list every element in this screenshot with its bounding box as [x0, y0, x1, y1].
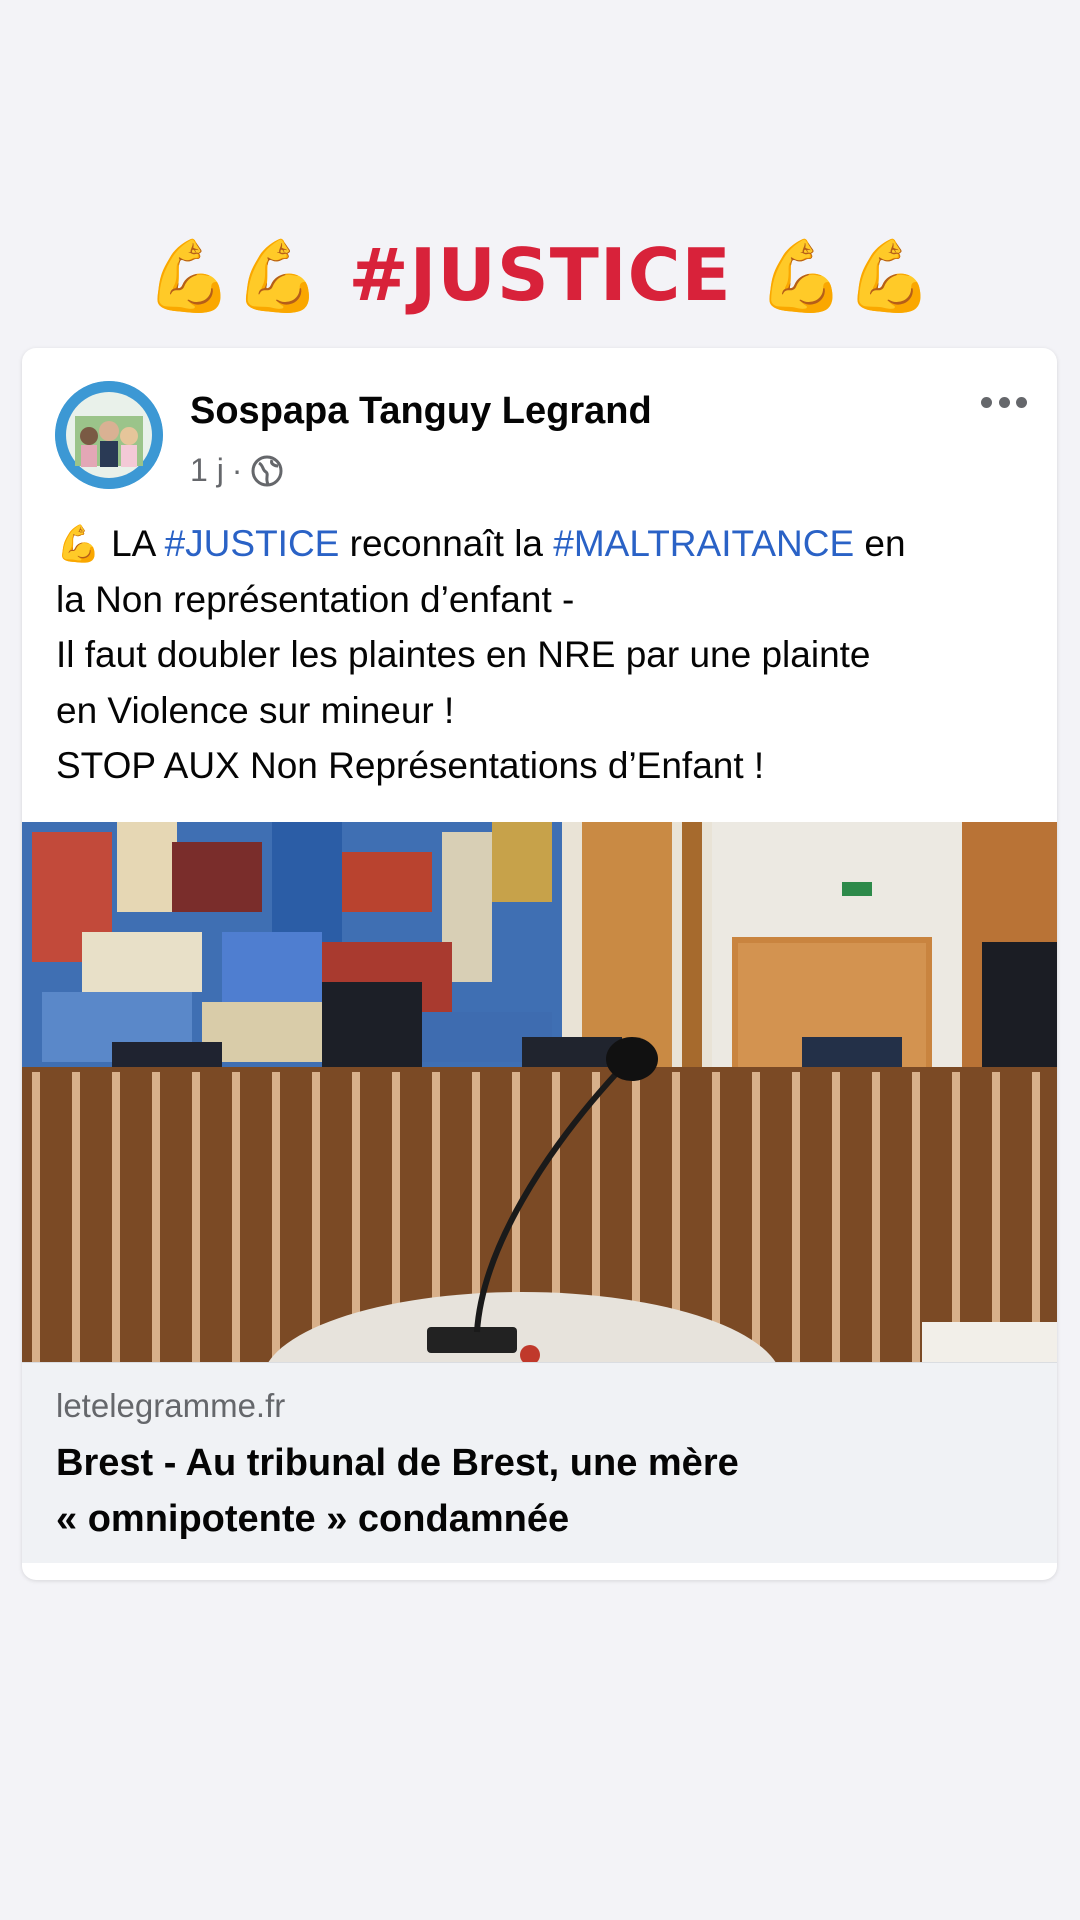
story-banner-text: 💪💪 #JUSTICE 💪💪 — [0, 225, 1080, 326]
link-domain: letelegramme.fr — [56, 1387, 286, 1424]
post-body-text: 💪 LA #JUSTICE reconnaît la #MALTRAITANCE… — [56, 516, 1036, 794]
shared-post-card[interactable]: Sospapa Tanguy Legrand 1 j · 💪 LA #JUSTI… — [22, 348, 1057, 1580]
flexed-biceps-emoji: 💪💪 — [145, 235, 323, 317]
hashtag-link[interactable]: #JUSTICE — [165, 523, 340, 564]
more-options-icon[interactable] — [981, 392, 1027, 412]
hashtag-link[interactable]: #MALTRAITANCE — [553, 523, 854, 564]
flexed-biceps-emoji: 💪 — [56, 523, 101, 564]
author-avatar[interactable] — [55, 381, 163, 489]
link-title[interactable]: Brest - Au tribunal de Brest, une mère «… — [56, 1435, 1006, 1547]
link-preview[interactable]: letelegramme.fr Brest - Au tribunal de B… — [22, 1362, 1057, 1563]
globe-icon — [250, 454, 284, 488]
post-text-line: 💪 LA #JUSTICE reconnaît la #MALTRAITANCE… — [56, 523, 906, 564]
flexed-biceps-emoji: 💪💪 — [757, 235, 935, 317]
post-meta: 1 j · — [190, 452, 284, 489]
meta-separator: · — [231, 452, 243, 488]
post-timestamp[interactable]: 1 j — [190, 452, 224, 489]
link-title-line: Brest - Au tribunal de Brest, une mère — [56, 1442, 739, 1484]
banner-hashtag: #JUSTICE — [348, 233, 732, 317]
author-name[interactable]: Sospapa Tanguy Legrand — [190, 390, 652, 433]
link-preview-image[interactable] — [22, 822, 1057, 1362]
post-text-line: STOP AUX Non Représentations d’Enfant ! — [56, 745, 765, 786]
post-text-line: la Non représentation d’enfant - — [56, 578, 575, 620]
post-text-line: en Violence sur mineur ! — [56, 689, 455, 731]
link-title-line: « omnipotente » condamnée — [56, 1498, 570, 1540]
post-text-line: Il faut doubler les plaintes en NRE par … — [56, 634, 871, 675]
